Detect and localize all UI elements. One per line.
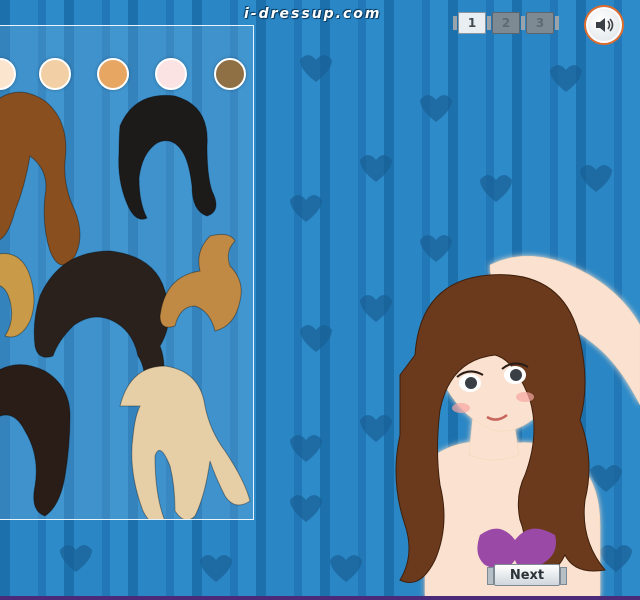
heart-icon xyxy=(360,155,392,182)
hairstyle-short-blonde-partial[interactable] xyxy=(0,253,35,338)
heart-icon xyxy=(550,65,582,92)
next-button[interactable]: Next xyxy=(487,564,567,586)
heart-icon xyxy=(360,295,392,322)
page-tab-2[interactable]: 2 xyxy=(487,12,525,34)
hairstyle-updo-light-brown[interactable] xyxy=(159,233,242,332)
hairstyle-grid xyxy=(0,91,251,519)
game-stage: i-dressup.com 1 2 3 Next xyxy=(0,0,640,600)
heart-icon xyxy=(290,435,322,462)
heart-icon xyxy=(200,555,232,582)
hairstyle-medium-black[interactable] xyxy=(118,94,217,220)
heart-icon xyxy=(290,495,322,522)
heart-icon xyxy=(420,95,452,122)
dressup-model xyxy=(395,255,640,597)
site-logo[interactable]: i-dressup.com xyxy=(244,6,382,22)
heart-icon xyxy=(330,555,362,582)
page-tab-3[interactable]: 3 xyxy=(521,12,559,34)
heart-icon xyxy=(580,165,612,192)
heart-icon xyxy=(300,325,332,352)
hair-selection-panel xyxy=(0,25,254,520)
heart-icon xyxy=(480,175,512,202)
page-selector: 1 2 3 xyxy=(453,12,559,34)
sound-toggle-button[interactable] xyxy=(586,7,622,43)
hairstyle-long-wavy-brown[interactable] xyxy=(0,91,81,266)
heart-icon xyxy=(290,195,322,222)
hairstyle-long-curly-dark[interactable] xyxy=(0,364,71,517)
page-tab-1[interactable]: 1 xyxy=(453,12,491,34)
bottom-border xyxy=(0,596,640,600)
hairstyle-long-wavy-platinum[interactable] xyxy=(119,365,251,519)
heart-icon xyxy=(360,415,392,442)
heart-icon xyxy=(60,545,92,572)
speaker-icon xyxy=(596,18,614,32)
heart-icon xyxy=(300,55,332,82)
